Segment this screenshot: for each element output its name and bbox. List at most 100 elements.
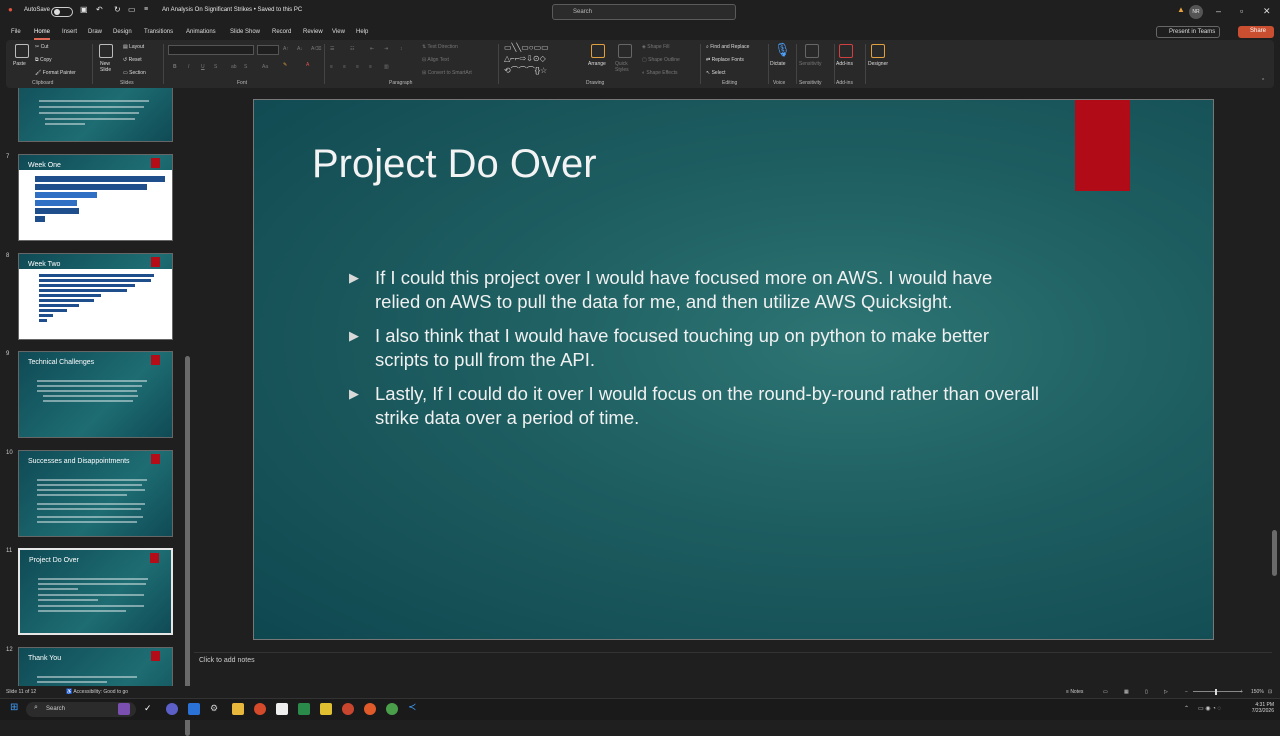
select-button[interactable]: ↖ Select — [706, 70, 726, 76]
collapse-ribbon-icon[interactable]: ⌃ — [1261, 78, 1265, 84]
italic-button[interactable]: I — [188, 64, 189, 70]
char-spacing-icon[interactable]: ab — [231, 64, 237, 70]
align-text-button[interactable]: ⊟ Align Text — [422, 57, 449, 63]
slide-body[interactable]: ▶ If I could this project over I would ha… — [349, 266, 1039, 440]
notes-button[interactable]: ≡ Notes — [1066, 689, 1083, 695]
app-icon[interactable] — [320, 703, 332, 715]
fit-slide-icon[interactable]: ⊡ — [1268, 689, 1272, 695]
text-direction-button[interactable]: ⇅ Text Direction — [422, 44, 458, 50]
cut-button[interactable]: ✂ Cut — [35, 44, 48, 50]
arrange-icon[interactable] — [591, 44, 605, 58]
replace-fonts-button[interactable]: ⇄ Replace Fonts — [706, 57, 744, 63]
highlight-icon[interactable]: ✎ — [283, 62, 287, 68]
tab-help[interactable]: Help — [356, 29, 368, 35]
add-ins-icon[interactable] — [839, 44, 853, 58]
powerpoint-taskbar-icon[interactable] — [342, 703, 354, 715]
section-button[interactable]: ▭ Section — [123, 70, 146, 76]
tab-home[interactable]: Home — [34, 29, 51, 40]
present-in-teams-button[interactable]: Present in Teams — [1156, 26, 1220, 38]
increase-font-icon[interactable]: A↑ — [283, 46, 289, 52]
dictate-button[interactable]: Dictate — [770, 61, 786, 67]
bold-button[interactable]: B — [173, 64, 177, 70]
font-name-box[interactable] — [168, 45, 254, 55]
present-from-start-icon[interactable]: ▭ — [128, 5, 136, 14]
tab-view[interactable]: View — [332, 29, 345, 35]
save-icon[interactable]: ▣ — [80, 5, 88, 14]
tab-draw[interactable]: Draw — [88, 29, 102, 35]
clock[interactable]: 4:31 PM 7/23/2026 — [1244, 702, 1274, 714]
slide-thumbnail-10[interactable]: Successes and Disappointments — [18, 450, 173, 537]
decrease-font-icon[interactable]: A↓ — [297, 46, 303, 52]
app-icon[interactable] — [298, 703, 310, 715]
align-left-icon[interactable]: ≡ — [330, 64, 333, 70]
tab-animations[interactable]: Animations — [186, 29, 216, 35]
notes-pane[interactable]: Click to add notes — [194, 652, 1272, 672]
change-case-icon[interactable]: Aa — [262, 64, 268, 70]
tab-review[interactable]: Review — [303, 29, 323, 35]
new-slide-button[interactable]: New Slide — [100, 61, 118, 73]
reset-button[interactable]: ↺ Reset — [123, 57, 142, 63]
maximize-icon[interactable]: ▫ — [1240, 6, 1243, 16]
slide-scroll-thumb[interactable] — [1272, 530, 1277, 576]
designer-icon[interactable] — [871, 44, 885, 58]
undo-icon[interactable]: ↶ — [96, 5, 103, 14]
shapes-gallery-row2-icon[interactable]: △⌐⌐⇨⇩⊙◇ — [504, 54, 546, 63]
slide-thumbnail-12[interactable]: Thank You — [18, 647, 173, 686]
normal-view-icon[interactable]: ▭ — [1103, 689, 1108, 695]
vscode-icon[interactable]: ≺ — [408, 702, 420, 714]
accessibility-status[interactable]: ♿ Accessibility: Good to go — [66, 689, 128, 695]
zoom-out-icon[interactable]: − — [1185, 689, 1188, 695]
slideshow-icon[interactable]: ▷ — [1164, 689, 1168, 695]
zoom-slider[interactable] — [1193, 691, 1241, 692]
windows-start-icon[interactable]: ⊞ — [10, 702, 22, 714]
autosave-toggle[interactable] — [51, 7, 73, 17]
add-ins-button[interactable]: Add-ins — [836, 61, 853, 67]
shapes-gallery-icon[interactable]: ▭╲╲▭○▭▭ — [504, 43, 549, 52]
sensitivity-icon[interactable] — [805, 44, 819, 58]
underline-button[interactable]: U — [201, 64, 205, 70]
tray-icons[interactable]: ▭ ◉ ◔ ◌ — [1198, 705, 1221, 712]
file-explorer-icon[interactable] — [232, 703, 244, 715]
current-slide[interactable]: Project Do Over ▶ If I could this project… — [253, 99, 1214, 640]
new-slide-icon[interactable] — [99, 44, 113, 58]
teams-icon[interactable] — [166, 703, 178, 715]
quick-styles-button[interactable]: Quick Styles — [615, 61, 637, 73]
slide-thumbnail-6[interactable] — [18, 88, 173, 142]
notepad-icon[interactable] — [276, 703, 288, 715]
microphone-icon[interactable]: 🎙 — [774, 42, 791, 58]
slide-sorter-icon[interactable]: ▦ — [1124, 689, 1129, 695]
shape-fill-button[interactable]: ◈ Shape Fill — [642, 44, 669, 50]
find-replace-button[interactable]: ⌕ Find and Replace — [706, 44, 749, 50]
quick-styles-icon[interactable] — [618, 44, 632, 58]
shadow-icon[interactable]: S — [244, 64, 247, 70]
search-input[interactable]: Search — [552, 4, 736, 20]
shapes-gallery-row3-icon[interactable]: ⟲⌒⌒⌒{}☆ — [504, 65, 547, 76]
numbering-icon[interactable]: ☷ — [350, 46, 354, 52]
format-painter-button[interactable]: 🖌 Format Painter — [35, 70, 76, 76]
slide-thumbnail-8[interactable]: Week Two — [18, 253, 173, 340]
avatar[interactable]: NR — [1189, 5, 1203, 19]
slide-thumbnail-9[interactable]: Technical Challenges — [18, 351, 173, 438]
warning-icon[interactable]: ▲ — [1177, 5, 1185, 14]
minimize-icon[interactable]: – — [1216, 6, 1221, 16]
tab-file[interactable]: File — [11, 29, 21, 35]
slide-thumbnail-11[interactable]: Project Do Over — [18, 548, 173, 635]
mail-icon[interactable] — [188, 703, 200, 715]
zoom-in-icon[interactable]: + — [1240, 689, 1243, 695]
layout-button[interactable]: ▤ Layout — [123, 44, 144, 50]
settings-icon[interactable]: ⚙ — [210, 703, 222, 715]
paste-button[interactable]: Paste — [13, 61, 26, 67]
zoom-slider-handle[interactable] — [1215, 689, 1217, 695]
close-icon[interactable]: ✕ — [1263, 6, 1271, 17]
justify-icon[interactable]: ≡ — [369, 64, 372, 70]
slide-thumbnail-7[interactable]: Week One — [18, 154, 173, 241]
task-view-icon[interactable]: ✓ — [144, 703, 156, 715]
tray-chevron-icon[interactable]: ⌃ — [1184, 705, 1189, 712]
slide-title[interactable]: Project Do Over — [312, 142, 597, 187]
bullets-icon[interactable]: ☰ — [330, 46, 334, 52]
tab-slide-show[interactable]: Slide Show — [230, 29, 260, 35]
thumbnails-scroll-thumb[interactable] — [185, 356, 190, 736]
font-size-box[interactable] — [257, 45, 279, 55]
tab-record[interactable]: Record — [272, 29, 291, 35]
redo-icon[interactable]: ↻ — [114, 5, 121, 14]
